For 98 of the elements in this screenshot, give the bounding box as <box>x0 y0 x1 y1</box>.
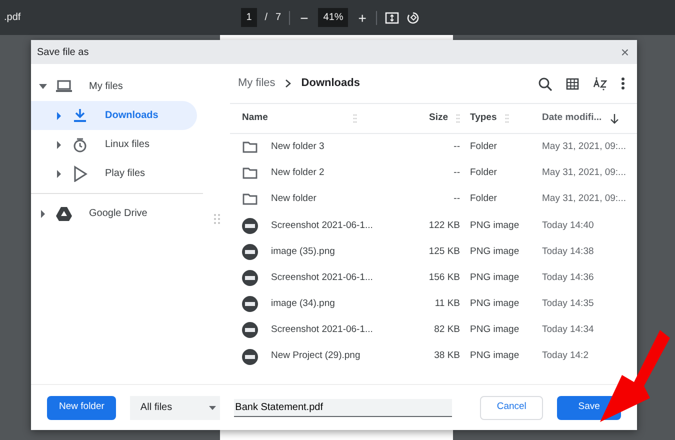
collapse-arrow-icon[interactable] <box>39 84 47 90</box>
triangle-icon <box>55 205 73 222</box>
zoom-in-button[interactable]: + <box>356 10 368 24</box>
document-title: .pdf <box>4 11 21 25</box>
file-name: Screenshot 2021-06-1... <box>271 323 373 338</box>
file-size: -- <box>454 193 460 204</box>
file-name: New folder 3 <box>271 140 324 154</box>
folder-icon <box>242 191 258 208</box>
close-button[interactable]: × <box>618 45 631 59</box>
file-size: 38 KB <box>434 350 460 362</box>
file-size: 122 KB <box>428 220 460 231</box>
file-type: Folder <box>470 167 497 178</box>
image-thumbnail <box>242 244 258 260</box>
file-row[interactable]: Screenshot 2021-06-1... 122 KB PNG image Today 14:40 <box>230 212 637 239</box>
sort-icon[interactable] <box>593 76 607 90</box>
sidebar-item[interactable]: Downloads <box>31 101 197 130</box>
more-options-icon[interactable] <box>621 77 625 90</box>
file-type: PNG image <box>470 220 520 231</box>
dropdown-caret-icon[interactable] <box>209 406 216 410</box>
breadcrumb-link[interactable]: My files <box>238 75 276 92</box>
download-icon <box>71 107 89 124</box>
page-count: 7 <box>276 11 282 25</box>
file-row[interactable]: image (35).png 125 KB PNG image Today 14:38 <box>230 238 637 265</box>
sidebar-item[interactable]: Play files <box>31 159 197 188</box>
clock-icon <box>71 136 89 153</box>
zoom-field[interactable]: 41% <box>318 8 348 27</box>
file-row[interactable]: Screenshot 2021-06-1... 156 KB PNG image Today 14:36 <box>230 264 637 292</box>
file-size: -- <box>454 167 460 178</box>
file-size: 82 KB <box>434 324 460 336</box>
new-folder-button[interactable]: New folder <box>47 396 116 420</box>
file-size: 11 KB <box>434 298 460 310</box>
search-icon[interactable] <box>538 76 552 90</box>
folder-icon <box>242 165 258 182</box>
resize-handle-icon[interactable] <box>214 214 220 224</box>
file-type: PNG image <box>470 298 520 310</box>
column-header[interactable]: Date modifi... <box>542 111 602 126</box>
file-row[interactable]: Screenshot 2021-06-1... 82 KB PNG image Today 14:34 <box>230 317 637 344</box>
column-header[interactable]: Name <box>242 111 268 126</box>
file-name: image (34).png <box>271 297 335 312</box>
file-date: May 31, 2021, 09:... <box>542 193 626 204</box>
file-date: Today 14:40 <box>542 220 594 231</box>
file-type: Folder <box>470 140 497 152</box>
file-row[interactable]: New folder -- Folder May 31, 2021, 09:... <box>230 186 637 213</box>
file-name: Screenshot 2021-06-1... <box>271 270 373 285</box>
fit-page-icon[interactable] <box>385 12 400 24</box>
image-thumbnail <box>242 270 258 286</box>
breadcrumb-link[interactable]: Downloads <box>301 75 360 92</box>
sidebar-item[interactable]: My files <box>31 72 197 101</box>
file-date: Today 14:35 <box>542 298 594 310</box>
laptop-icon <box>55 78 73 95</box>
sidebar-item[interactable]: Google Drive <box>31 199 197 228</box>
file-size: 156 KB <box>428 272 460 283</box>
file-date: Today 14:2 <box>542 350 588 362</box>
image-thumbnail <box>242 218 258 234</box>
file-type: PNG image <box>470 246 520 257</box>
file-row[interactable]: New folder 2 -- Folder May 31, 2021, 09:... <box>230 160 637 186</box>
file-date: Today 14:36 <box>542 272 594 283</box>
file-type: PNG image <box>470 324 520 336</box>
file-name: New folder <box>271 192 316 206</box>
filename-field[interactable]: Bank Statement.pdf <box>234 398 452 416</box>
dialog-title: Save file as <box>37 46 89 60</box>
file-date: May 31, 2021, 09:... <box>542 140 626 152</box>
expand-arrow-icon[interactable] <box>56 140 62 148</box>
column-header[interactable]: Size <box>428 111 448 126</box>
cancel-button[interactable]: Cancel <box>480 396 544 420</box>
file-type: PNG image <box>470 350 520 362</box>
file-type: Folder <box>470 193 497 204</box>
play-icon <box>71 165 89 182</box>
column-header[interactable]: Types <box>470 111 497 126</box>
file-date: May 31, 2021, 09:... <box>542 167 626 178</box>
file-name: Screenshot 2021-06-1... <box>271 218 373 233</box>
file-size: -- <box>454 140 460 152</box>
image-thumbnail <box>242 322 258 338</box>
expand-arrow-icon[interactable] <box>56 112 62 120</box>
file-date: Today 14:34 <box>542 324 594 336</box>
file-date: Today 14:38 <box>542 246 594 257</box>
file-type-dropdown[interactable]: All files <box>130 396 220 420</box>
page-separator: / <box>264 11 268 25</box>
rotate-icon[interactable] <box>407 11 420 24</box>
page-number-field[interactable]: 1 <box>241 8 257 27</box>
file-name: New Project (29).png <box>271 349 360 364</box>
grid-view-icon[interactable] <box>566 78 579 90</box>
file-type: PNG image <box>470 272 520 283</box>
folder-icon <box>242 139 258 156</box>
sort-down-arrow-icon[interactable] <box>610 114 619 124</box>
zoom-out-button[interactable]: − <box>298 10 310 24</box>
file-name: image (35).png <box>271 244 335 259</box>
file-size: 125 KB <box>428 246 460 257</box>
expand-arrow-icon[interactable] <box>56 170 62 178</box>
image-thumbnail <box>242 296 258 312</box>
file-name: New folder 2 <box>271 166 324 180</box>
image-thumbnail <box>242 348 258 365</box>
chevron-icon <box>285 79 292 88</box>
sidebar-item[interactable]: Linux files <box>31 130 197 159</box>
file-row[interactable]: New Project (29).png 38 KB PNG image Today 14:2 <box>230 344 637 370</box>
expand-arrow-icon[interactable] <box>40 210 46 218</box>
file-row[interactable]: image (34).png 11 KB PNG image Today 14:35 <box>230 291 637 318</box>
file-row[interactable]: New folder 3 -- Folder May 31, 2021, 09:... <box>230 134 637 160</box>
